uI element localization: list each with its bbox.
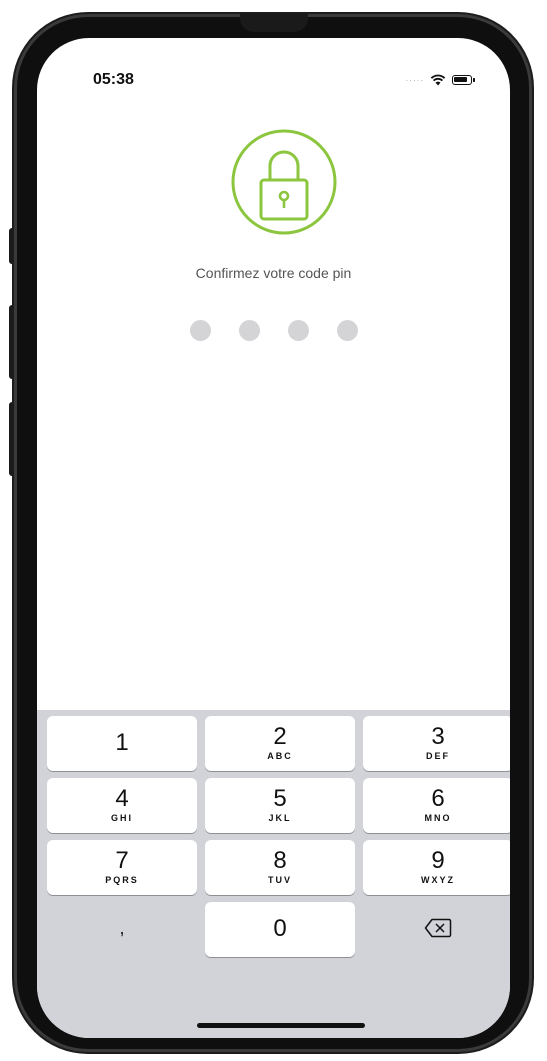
key-comma[interactable]: , [47,902,197,957]
key-letters: ABC [267,751,293,761]
key-digit: 1 [115,729,129,756]
status-icons: ····· [405,74,475,86]
key-digit: 2 [273,723,287,750]
key-letters: GHI [110,813,133,823]
key-7[interactable]: 7 PQRS [47,840,197,895]
key-digit: 3 [431,723,445,750]
battery-icon [452,75,475,85]
device-mockup: 05:38 ····· Confirmez votre code pin 1 2… [0,0,547,1061]
home-indicator[interactable] [197,1023,365,1028]
pin-prompt: Confirmez votre code pin [195,265,352,281]
key-6[interactable]: 6 MNO [363,778,510,833]
key-letters: MNO [424,813,452,823]
pin-dot [287,320,309,341]
screen: 05:38 ····· Confirmez votre code pin 1 2… [37,38,510,1038]
pin-dot [336,320,358,341]
key-3[interactable]: 3 DEF [363,716,510,771]
key-5[interactable]: 5 JKL [205,778,355,833]
key-0[interactable]: 0 [205,902,355,957]
delete-key[interactable] [363,902,510,957]
key-letters: TUV [268,875,292,885]
key-digit: 6 [431,785,445,812]
key-digit: 0 [273,915,287,942]
key-letters: WXYZ [421,875,455,885]
key-letters: DEF [426,751,450,761]
key-digit: 8 [273,847,287,874]
key-2[interactable]: 2 ABC [205,716,355,771]
key-digit: 4 [115,785,129,812]
backspace-icon [424,918,452,938]
key-digit: 7 [115,847,129,874]
key-digit: 9 [431,847,445,874]
key-letters: JKL [268,813,292,823]
key-comma-label: , [119,918,125,938]
pin-dot [189,320,211,341]
pin-dot [238,320,260,341]
lock-icon [230,128,338,236]
key-8[interactable]: 8 TUV [205,840,355,895]
speaker-notch [240,14,308,32]
status-time: 05:38 [93,71,134,88]
numeric-keypad: 1 2 ABC 3 DEF 4 GHI 5 JKL 6 MNO 7 PQRS 8… [37,710,510,1038]
key-9[interactable]: 9 WXYZ [363,840,510,895]
pin-indicator [37,320,510,341]
wifi-icon [430,74,446,86]
key-4[interactable]: 4 GHI [47,778,197,833]
key-letters: PQRS [105,875,139,885]
key-1[interactable]: 1 [47,716,197,771]
key-digit: 5 [273,785,287,812]
signal-icon: ····· [405,75,424,85]
